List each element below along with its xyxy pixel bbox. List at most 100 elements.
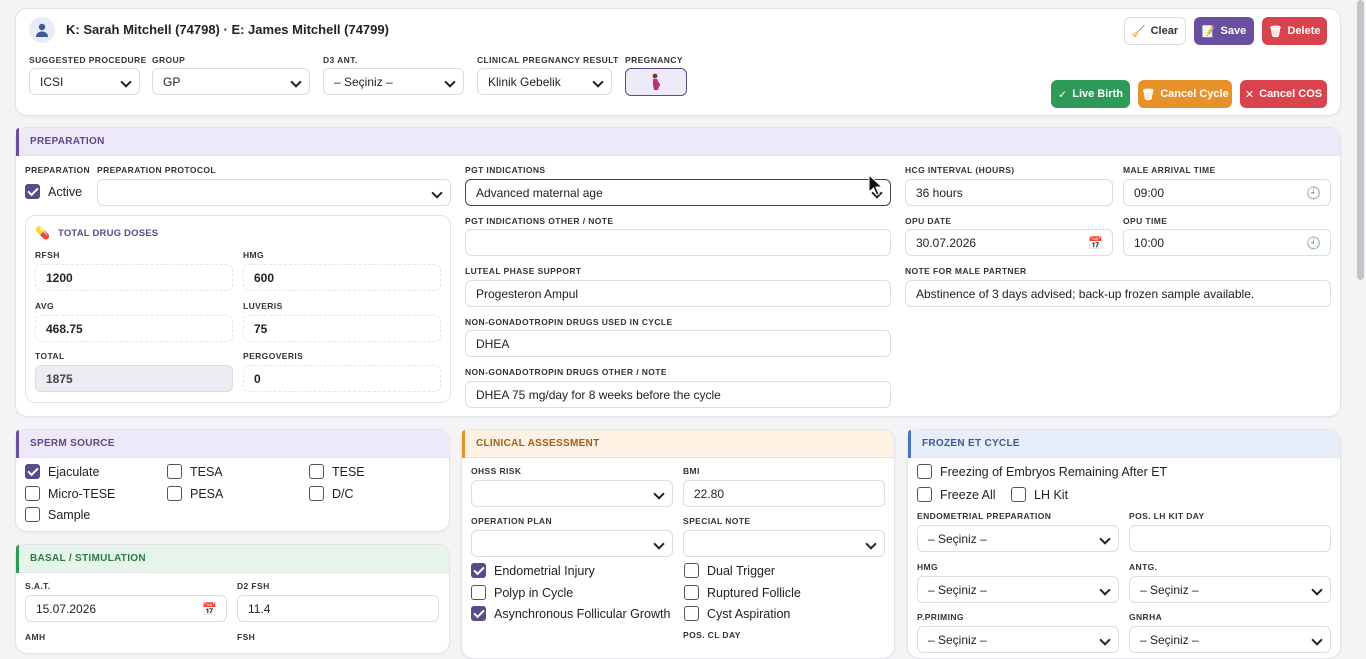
active-checkbox-box[interactable]	[25, 184, 40, 199]
broom-icon: 🧹	[1131, 25, 1146, 38]
operation-plan-select[interactable]	[471, 530, 673, 557]
asynchronous-growth-checkbox[interactable]: Asynchronous Follicular Growth	[471, 606, 670, 621]
freeze-all-checkbox[interactable]: Freeze All	[917, 487, 996, 502]
sperm-tesa[interactable]: TESA	[167, 464, 223, 479]
opu-date-label: OPU DATE	[905, 216, 952, 226]
lh-kit-checkbox[interactable]: LH Kit	[1011, 487, 1068, 502]
clinical-accent	[462, 430, 465, 458]
pergoveris-input[interactable]: 0	[243, 365, 441, 392]
trash-icon: 🗑	[1141, 88, 1156, 101]
suggested-procedure-select[interactable]: ICSI	[29, 68, 140, 95]
non-gonadotropin-other-label: NON-GONADOTROPIN DRUGS OTHER / NOTE	[465, 367, 667, 377]
polyp-in-cycle-checkbox[interactable]: Polyp in Cycle	[471, 585, 573, 600]
pgt-indications-label: PGT INDICATIONS	[465, 165, 546, 175]
freezing-remaining-checkbox[interactable]: Freezing of Embryos Remaining After ET	[917, 464, 1167, 479]
note-male-label: NOTE FOR MALE PARTNER	[905, 266, 1027, 276]
gnrha-label: GNRHA	[1129, 612, 1163, 622]
fsh-label: FSH	[237, 632, 256, 642]
amh-label: AMH	[25, 632, 46, 642]
hmg-label: HMG	[243, 250, 265, 260]
male-arrival-label: MALE ARRIVAL TIME	[1123, 165, 1216, 175]
p-priming-label: P.PRIMING	[917, 612, 964, 622]
non-gonadotropin-other-input[interactable]: DHEA 75 mg/day for 8 weeks before the cy…	[465, 381, 891, 408]
frozen-hmg-select[interactable]: – Seçiniz –	[917, 576, 1119, 603]
avg-input[interactable]: 468.75	[35, 315, 233, 342]
p-priming-select[interactable]: – Seçiniz –	[917, 626, 1119, 653]
clock-icon[interactable]: 🕘	[1306, 236, 1321, 250]
hmg-input[interactable]: 600	[243, 264, 441, 291]
pregnancy-toggle[interactable]	[625, 68, 687, 96]
luteal-phase-input[interactable]: Progesteron Ampul	[465, 280, 891, 307]
male-arrival-input[interactable]: 09:00 🕘	[1123, 179, 1331, 206]
dual-trigger-checkbox[interactable]: Dual Trigger	[684, 563, 775, 578]
pgt-other-input[interactable]	[465, 229, 891, 256]
sperm-source-accent	[16, 430, 19, 458]
user-icon	[36, 23, 48, 37]
sperm-micro-tese[interactable]: Micro-TESE	[25, 486, 115, 501]
rfsh-input[interactable]: 1200	[35, 264, 233, 291]
check-icon: ✓	[1058, 88, 1068, 101]
antg-select[interactable]: – Seçiniz –	[1129, 576, 1331, 603]
d3-ant-select[interactable]: – Seçiniz –	[323, 68, 464, 95]
ruptured-follicle-checkbox[interactable]: Ruptured Follicle	[684, 585, 801, 600]
page-scrollbar[interactable]	[1356, 0, 1366, 644]
cyst-aspiration-checkbox[interactable]: Cyst Aspiration	[684, 606, 790, 621]
opu-time-input[interactable]: 10:00 🕘	[1123, 229, 1331, 256]
ohss-risk-label: OHSS RISK	[471, 466, 522, 476]
preparation-protocol-select[interactable]	[97, 179, 451, 206]
mouse-cursor	[868, 173, 884, 201]
hcg-interval-input[interactable]: 36 hours	[905, 179, 1113, 206]
bmi-label: BMI	[683, 466, 700, 476]
scrollbar-thumb[interactable]	[1357, 0, 1364, 280]
clear-button[interactable]: 🧹 Clear	[1124, 17, 1186, 45]
avg-label: AVG	[35, 301, 54, 311]
rfsh-label: RFSH	[35, 250, 60, 260]
note-male-input[interactable]: Abstinence of 3 days advised; back-up fr…	[905, 280, 1331, 307]
save-button[interactable]: 📝 Save	[1194, 17, 1254, 45]
d3-ant-label: D3 ANT.	[323, 55, 358, 65]
pos-cl-day-label: POS. CL DAY	[683, 630, 741, 640]
luteal-phase-label: LUTEAL PHASE SUPPORT	[465, 266, 582, 276]
luveris-label: LUVERIS	[243, 301, 283, 311]
total-label: TOTAL	[35, 351, 65, 361]
cancel-cycle-button[interactable]: 🗑 Cancel Cycle	[1138, 80, 1232, 108]
pill-icon: 💊	[35, 226, 50, 240]
special-note-label: SPECIAL NOTE	[683, 516, 751, 526]
ohss-risk-select[interactable]	[471, 480, 673, 507]
sperm-tese[interactable]: TESE	[309, 464, 365, 479]
pos-lh-kit-day-input[interactable]	[1129, 525, 1331, 552]
clinical-assessment-header: CLINICAL ASSESSMENT	[462, 430, 894, 458]
clinical-pregnancy-result-label: CLINICAL PREGNANCY RESULT	[477, 55, 619, 65]
sperm-pesa[interactable]: PESA	[167, 486, 223, 501]
group-label: GROUP	[152, 55, 186, 65]
endometrial-injury-checkbox[interactable]: Endometrial Injury	[471, 563, 595, 578]
sperm-dc[interactable]: D/C	[309, 486, 354, 501]
pgt-indications-select[interactable]: Advanced maternal age	[465, 179, 891, 206]
group-select[interactable]: GP	[152, 68, 310, 95]
opu-date-input[interactable]: 30.07.2026 📅	[905, 229, 1113, 256]
frozen-accent	[908, 430, 911, 458]
clock-icon[interactable]: 🕘	[1306, 186, 1321, 200]
d2-fsh-input[interactable]: 11.4	[237, 595, 439, 622]
live-birth-button[interactable]: ✓ Live Birth	[1051, 80, 1130, 108]
special-note-select[interactable]	[683, 530, 885, 557]
sperm-sample[interactable]: Sample	[25, 507, 90, 522]
sperm-ejaculate[interactable]: Ejaculate	[25, 464, 99, 479]
endometrial-prep-select[interactable]: – Seçiniz –	[917, 525, 1119, 552]
calendar-icon[interactable]: 📅	[202, 602, 217, 616]
drug-doses-title: TOTAL DRUG DOSES	[58, 228, 159, 239]
sperm-source-header: SPERM SOURCE	[16, 430, 449, 458]
non-gonadotropin-input[interactable]: DHEA	[465, 330, 891, 357]
bmi-input[interactable]: 22.80	[683, 480, 885, 507]
cancel-cos-button[interactable]: ✕ Cancel COS	[1240, 80, 1327, 108]
luveris-input[interactable]: 75	[243, 315, 441, 342]
total-input: 1875	[35, 365, 233, 392]
basal-accent	[16, 545, 19, 573]
calendar-icon[interactable]: 📅	[1088, 236, 1103, 250]
gnrha-select[interactable]: – Seçiniz –	[1129, 626, 1331, 653]
operation-plan-label: OPERATION PLAN	[471, 516, 553, 526]
clinical-pregnancy-result-select[interactable]: Klinik Gebelik	[477, 68, 612, 95]
sat-input[interactable]: 15.07.2026 📅	[25, 595, 227, 622]
active-checkbox[interactable]: Active	[25, 184, 82, 199]
delete-button[interactable]: 🗑 Delete	[1262, 17, 1327, 45]
